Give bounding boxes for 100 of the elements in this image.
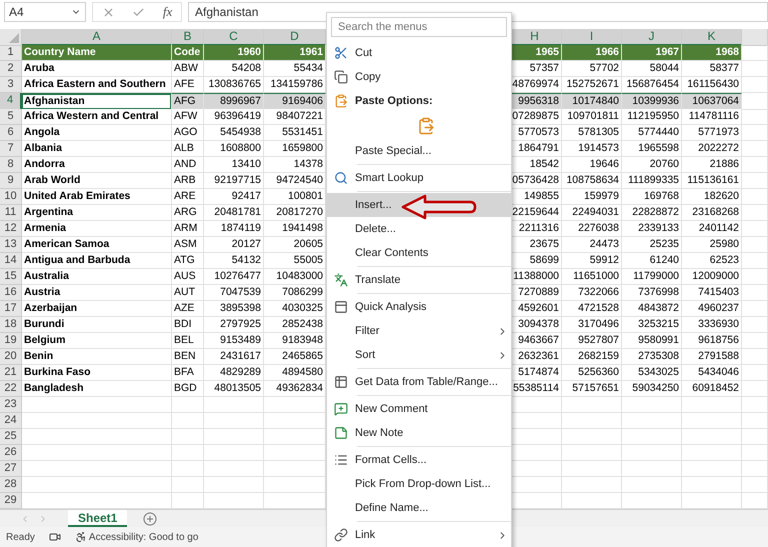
cancel-icon[interactable]: [102, 6, 115, 18]
menu-item[interactable]: Format Cells...: [327, 448, 511, 472]
accessibility-status[interactable]: Accessibility: Good to go: [88, 532, 198, 542]
empty-cell[interactable]: [204, 445, 264, 461]
row-header[interactable]: 28: [0, 477, 22, 493]
menu-item[interactable]: New Comment: [327, 397, 511, 421]
menu-item[interactable]: Pick From Drop-down List...: [327, 472, 511, 496]
column-header[interactable]: J: [622, 29, 682, 46]
row-header[interactable]: 29: [0, 493, 22, 509]
empty-cell[interactable]: [562, 397, 622, 413]
select-all-button[interactable]: [0, 29, 22, 46]
empty-cell[interactable]: [682, 429, 742, 445]
empty-cell[interactable]: [562, 477, 622, 493]
column-header[interactable]: K: [682, 29, 742, 46]
empty-cell[interactable]: [742, 445, 768, 461]
empty-cell[interactable]: [622, 429, 682, 445]
empty-cell[interactable]: [204, 477, 264, 493]
empty-cell[interactable]: [682, 477, 742, 493]
row-header[interactable]: 18: [0, 317, 22, 333]
menu-search-field[interactable]: Search the menus: [331, 17, 507, 37]
add-sheet-icon[interactable]: [143, 512, 158, 526]
row-header[interactable]: 19: [0, 333, 22, 349]
row-header[interactable]: 1: [0, 45, 22, 61]
empty-cell[interactable]: [562, 429, 622, 445]
row-header[interactable]: 11: [0, 205, 22, 221]
empty-cell[interactable]: [622, 461, 682, 477]
row-header[interactable]: 26: [0, 445, 22, 461]
row-header[interactable]: 27: [0, 461, 22, 477]
empty-cell[interactable]: [172, 413, 204, 429]
check-icon[interactable]: [132, 6, 146, 18]
menu-item[interactable]: Clear Contents: [327, 241, 511, 265]
menu-item[interactable]: Filter: [327, 319, 511, 343]
row-header[interactable]: 15: [0, 269, 22, 285]
empty-cell[interactable]: [622, 397, 682, 413]
row-header[interactable]: 4: [0, 93, 22, 110]
column-header[interactable]: C: [204, 29, 264, 46]
row-header[interactable]: 3: [0, 77, 22, 93]
row-header[interactable]: 6: [0, 125, 22, 141]
row-header[interactable]: 10: [0, 189, 22, 205]
menu-item[interactable]: Insert...: [327, 193, 511, 217]
menu-item[interactable]: Copy: [327, 65, 511, 89]
menu-item[interactable]: Sort: [327, 343, 511, 367]
row-header[interactable]: 7: [0, 141, 22, 157]
row-header[interactable]: 24: [0, 413, 22, 429]
empty-cell[interactable]: [682, 445, 742, 461]
name-box[interactable]: A4: [4, 2, 86, 22]
row-header[interactable]: 20: [0, 349, 22, 365]
row-header[interactable]: 2: [0, 61, 22, 77]
empty-cell[interactable]: [172, 397, 204, 413]
empty-cell[interactable]: [742, 461, 768, 477]
menu-item[interactable]: Define Name...: [327, 496, 511, 520]
empty-cell[interactable]: [562, 461, 622, 477]
menu-item[interactable]: New Note: [327, 421, 511, 445]
empty-cell[interactable]: [622, 445, 682, 461]
column-header[interactable]: [742, 29, 768, 46]
column-header[interactable]: A: [22, 29, 172, 46]
empty-cell[interactable]: [562, 445, 622, 461]
empty-cell[interactable]: [682, 397, 742, 413]
row-header[interactable]: 21: [0, 365, 22, 381]
row-header[interactable]: 13: [0, 237, 22, 253]
empty-cell[interactable]: [622, 477, 682, 493]
empty-cell[interactable]: [172, 477, 204, 493]
empty-cell[interactable]: [172, 445, 204, 461]
column-header[interactable]: D: [264, 29, 326, 46]
menu-item[interactable]: Link: [327, 523, 511, 547]
row-header[interactable]: 14: [0, 253, 22, 269]
empty-cell[interactable]: [204, 429, 264, 445]
menu-item[interactable]: Quick Analysis: [327, 295, 511, 319]
row-header[interactable]: 12: [0, 221, 22, 237]
empty-cell[interactable]: [742, 429, 768, 445]
accessibility-icon[interactable]: [74, 531, 87, 543]
empty-cell[interactable]: [742, 477, 768, 493]
empty-cell[interactable]: [682, 461, 742, 477]
empty-cell[interactable]: [622, 413, 682, 429]
empty-cell[interactable]: [742, 413, 768, 429]
row-header[interactable]: 25: [0, 429, 22, 445]
empty-cell[interactable]: [204, 397, 264, 413]
menu-item[interactable]: Delete...: [327, 217, 511, 241]
menu-item[interactable]: Translate: [327, 268, 511, 292]
row-header[interactable]: 9: [0, 173, 22, 189]
sheet-tab[interactable]: Sheet1: [68, 510, 128, 527]
row-header[interactable]: 8: [0, 157, 22, 173]
empty-cell[interactable]: [682, 413, 742, 429]
column-header[interactable]: I: [562, 29, 622, 46]
empty-cell[interactable]: [204, 413, 264, 429]
row-header[interactable]: 22: [0, 381, 22, 397]
menu-item[interactable]: Get Data from Table/Range...: [327, 370, 511, 394]
menu-item[interactable]: Paste Special...: [327, 139, 511, 163]
insert-function-button[interactable]: fx: [162, 4, 172, 20]
column-header[interactable]: B: [172, 29, 204, 46]
row-header[interactable]: 23: [0, 397, 22, 413]
empty-cell[interactable]: [562, 413, 622, 429]
row-header[interactable]: 5: [0, 109, 22, 125]
empty-cell[interactable]: [742, 397, 768, 413]
empty-cell[interactable]: [172, 461, 204, 477]
menu-item[interactable]: Cut: [327, 41, 511, 65]
empty-cell[interactable]: [204, 461, 264, 477]
empty-cell[interactable]: [172, 429, 204, 445]
row-header[interactable]: 17: [0, 301, 22, 317]
row-header[interactable]: 16: [0, 285, 22, 301]
